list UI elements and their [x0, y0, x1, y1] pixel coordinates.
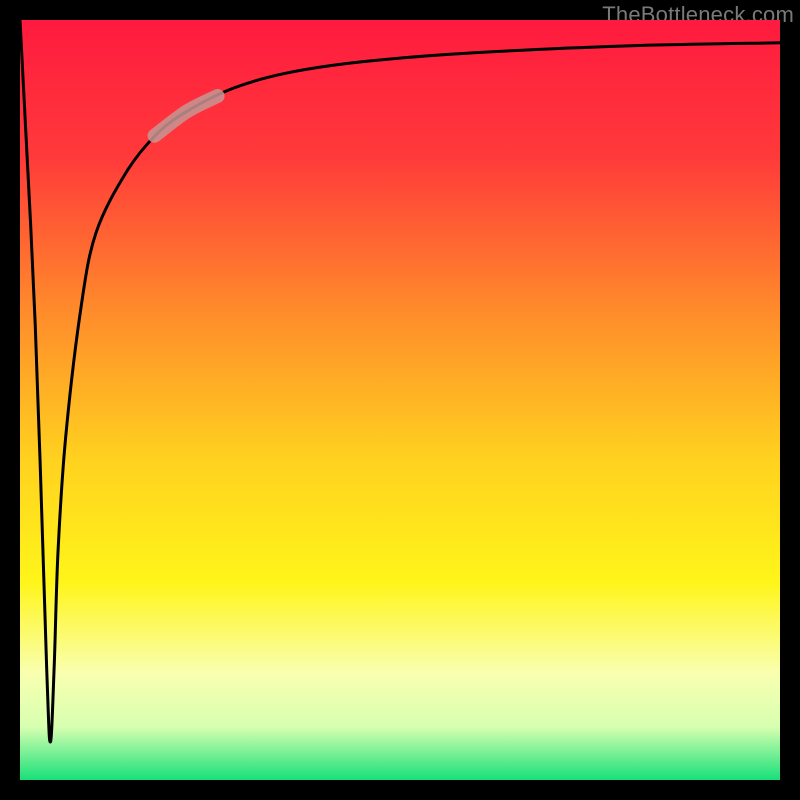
chart-curve — [20, 20, 780, 780]
plot-frame — [20, 20, 780, 780]
chart-container: TheBottleneck.com — [0, 0, 800, 800]
